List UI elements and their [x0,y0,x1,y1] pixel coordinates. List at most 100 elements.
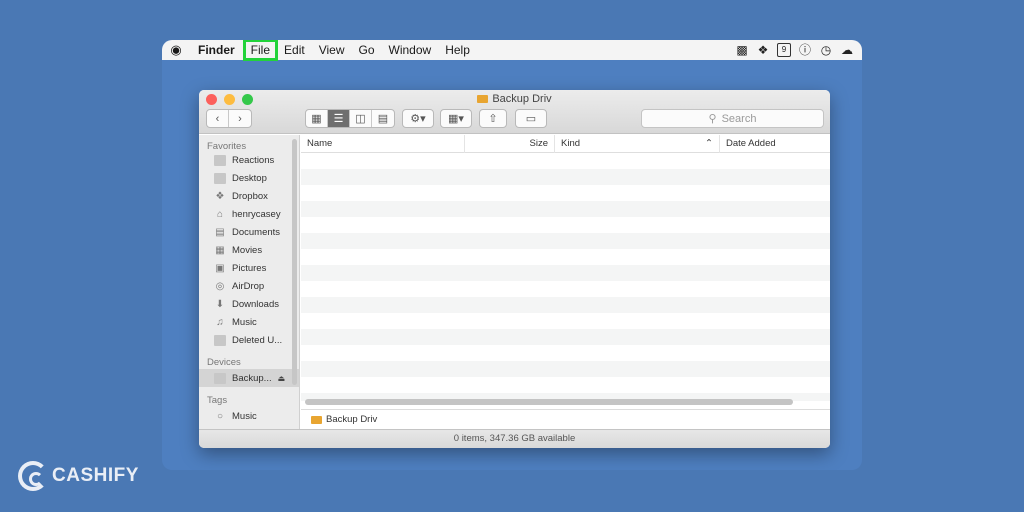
sidebar-item-label: Movies [232,244,263,256]
share-button[interactable]: ⇧ [479,109,507,128]
menu-view[interactable]: View [313,41,351,59]
list-view-button[interactable]: ☰ [328,110,350,127]
menu-help[interactable]: Help [439,41,476,59]
sidebar-item-airdrop[interactable]: ◎ AirDrop [199,277,299,295]
menu-go[interactable]: Go [353,41,381,59]
sidebar-section-devices: Devices [207,357,241,368]
sidebar-item-music[interactable]: ♫ Music [199,313,299,331]
drive-icon [311,415,322,424]
desktop-screen: ◉ Finder File Edit View Go Window Help ▩… [162,40,862,470]
column-kind[interactable]: Kind ⌃ [555,135,720,153]
sidebar-item-tag-music[interactable]: ○ Music [199,407,299,425]
sidebar-item-label: Downloads [232,298,279,310]
icon-view-button[interactable]: ▦ [306,110,328,127]
sidebar-scrollbar[interactable] [292,139,297,385]
pictures-icon: ▣ [215,262,225,274]
cashify-logo-icon [18,461,48,491]
sidebar-item-reactions[interactable]: Reactions [199,151,299,169]
menu-bar: ◉ Finder File Edit View Go Window Help ▩… [162,40,862,61]
drive-icon [477,95,489,103]
search-icon: ⚲ [708,113,717,125]
status-bar: 0 items, 347.36 GB available [199,429,830,448]
drive-icon [214,372,226,384]
home-icon: ⌂ [216,208,224,220]
grid-icon: ▦▾ [448,113,464,125]
view-mode-control: ▦ ☰ ◫ ▤ [305,109,395,128]
apple-icon[interactable]: ◉ [162,42,190,58]
column-view-button[interactable]: ◫ [350,110,372,127]
sidebar-item-label: AirDrop [232,280,265,292]
sidebar-item-documents[interactable]: ▤ Documents [199,223,299,241]
sidebar-item-label: Music [232,316,257,328]
menu-edit[interactable]: Edit [278,41,311,59]
forward-button[interactable]: › [229,110,251,127]
documents-icon: ▤ [215,226,225,238]
sidebar: Favorites Reactions Desktop ❖ Dropbox ⌂ he… [199,135,300,429]
path-bar-label[interactable]: Backup Driv [326,414,377,425]
folder-icon [214,334,226,346]
sidebar-item-dropbox[interactable]: ❖ Dropbox [199,187,299,205]
sidebar-item-label: Music [232,410,257,422]
tags-button[interactable]: ▭ [515,109,547,128]
menu-window[interactable]: Window [383,41,438,59]
search-field[interactable]: ⚲ Search [641,109,824,128]
cashify-logo: CASHIFY [18,461,139,491]
calendar-icon[interactable]: 9 [777,43,791,57]
file-list: Name Size Kind ⌃ Date Added Backup Driv [301,135,830,429]
window-title: Backup Driv [199,93,830,105]
downloads-icon: ⬇ [215,298,225,310]
menu-app-finder[interactable]: Finder [190,43,245,57]
list-header: Name Size Kind ⌃ Date Added [301,135,830,153]
column-kind-label: Kind [561,138,581,149]
desktop-icon [214,172,226,184]
cashify-logo-text: CASHIFY [52,465,139,486]
sidebar-section-tags: Tags [207,395,228,406]
tag-icon: ▭ [525,113,537,125]
sidebar-item-label: Deleted U... [232,334,283,346]
arrange-menu-button[interactable]: ▦▾ [440,109,472,128]
column-name[interactable]: Name [301,135,465,153]
sidebar-item-label: Pictures [232,262,267,274]
share-icon: ⇧ [488,113,498,125]
window-title-text: Backup Driv [492,93,552,105]
menu-file[interactable]: File [242,40,279,61]
sidebar-item-downloads[interactable]: ⬇ Downloads [199,295,299,313]
folder-icon [214,154,226,166]
sidebar-item-movies[interactable]: ▦ Movies [199,241,299,259]
music-icon: ♫ [216,316,224,328]
sidebar-item-pictures[interactable]: ▣ Pictures [199,259,299,277]
title-bar: Backup Driv ‹ › ▦ ☰ ◫ ▤ ⚙▾ ▦▾ ⇧ ▭ ⚲ Sear… [199,90,830,134]
gallery-view-button[interactable]: ▤ [372,110,394,127]
sidebar-item-desktop[interactable]: Desktop [199,169,299,187]
back-button[interactable]: ‹ [207,110,229,127]
column-size[interactable]: Size [465,135,555,153]
dropbox-icon: ❖ [215,190,225,202]
movies-icon: ▦ [215,244,225,256]
sidebar-item-label: Desktop [232,172,267,184]
airdrop-icon: ◎ [215,280,225,292]
sidebar-item-label: Backup... [232,372,272,384]
sort-ascending-icon: ⌃ [705,138,713,149]
tag-circle-icon: ○ [216,410,224,422]
sidebar-item-label: Dropbox [232,190,268,202]
weather-icon[interactable]: ☁ [840,43,854,57]
nav-buttons: ‹ › [206,109,252,128]
script-icon[interactable]: ▩ [735,43,749,57]
sidebar-item-label: Documents [232,226,281,238]
path-bar: Backup Driv [301,409,830,429]
search-placeholder: Search [721,112,757,125]
dropbox-icon[interactable]: ❖ [756,43,770,57]
sidebar-item-deleted[interactable]: Deleted U... [199,331,299,349]
column-date-added[interactable]: Date Added [720,135,830,153]
sidebar-item-backup-drive[interactable]: Backup... ⏏ [199,369,299,387]
list-rows-empty [301,153,830,401]
gear-icon: ⚙▾ [410,113,426,125]
backup-icon[interactable]: ◷ [819,43,833,57]
horizontal-scrollbar[interactable] [305,399,793,405]
sidebar-item-label: Reactions [232,154,275,166]
eject-icon[interactable]: ⏏ [278,374,286,383]
finder-window: Backup Driv ‹ › ▦ ☰ ◫ ▤ ⚙▾ ▦▾ ⇧ ▭ ⚲ Sear… [199,90,830,448]
action-menu-button[interactable]: ⚙▾ [402,109,434,128]
sidebar-item-home[interactable]: ⌂ henrycasey [199,205,299,223]
password-icon[interactable]: ⓘ [798,43,812,57]
